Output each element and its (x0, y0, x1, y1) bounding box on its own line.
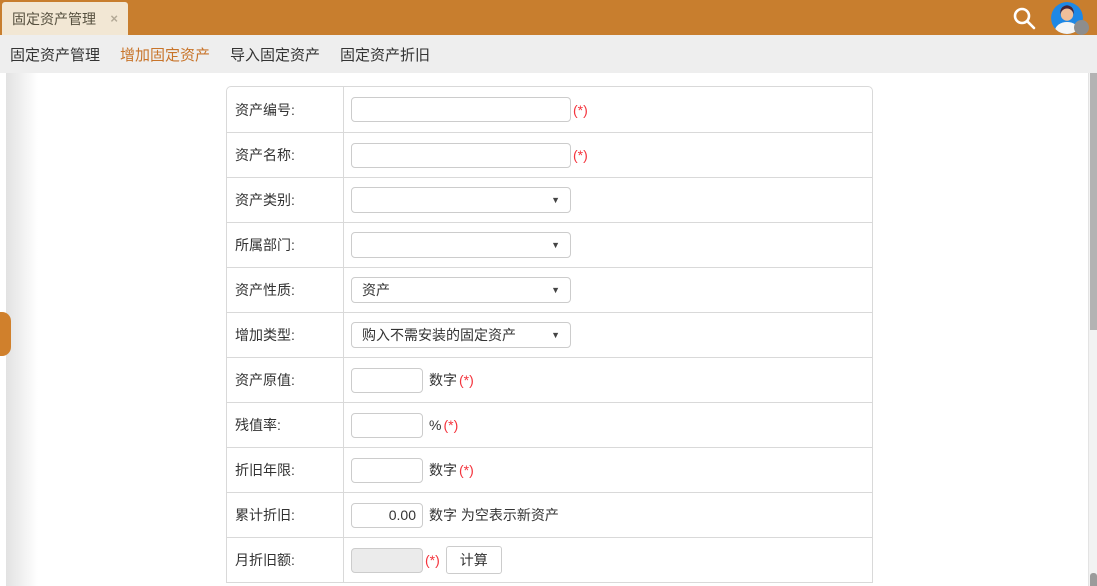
form-row-asset-name: 资产名称: (*) (227, 132, 872, 177)
required-marker: (*) (573, 102, 588, 118)
field-hint: 数字 为空表示新资产 (429, 505, 559, 525)
form-row-original-value: 资产原值: 数字(*) (227, 357, 872, 402)
form-row-asset-number: 资产编号: (*) (227, 87, 872, 132)
department-select[interactable]: ▼ (351, 232, 571, 258)
form-row-residual-rate: 残值率: %(*) (227, 402, 872, 447)
scrollbar-thumb[interactable] (1090, 73, 1097, 330)
asset-number-input[interactable] (351, 97, 571, 122)
form-row-depreciation-years: 折旧年限: 数字(*) (227, 447, 872, 492)
residual-rate-input[interactable] (351, 413, 423, 438)
field-label: 资产类别: (227, 178, 344, 222)
field-label: 月折旧额: (227, 538, 344, 582)
nav-item-import-asset[interactable]: 导入固定资产 (220, 44, 330, 65)
required-marker: (*) (573, 147, 588, 163)
form-row-add-type: 增加类型: 购入不需安装的固定资产 ▼ (227, 312, 872, 357)
select-value: 资产 (362, 280, 390, 300)
header-actions (1011, 0, 1083, 35)
form-row-department: 所属部门: ▼ (227, 222, 872, 267)
search-icon[interactable] (1011, 5, 1037, 31)
vertical-scrollbar[interactable] (1088, 73, 1097, 586)
field-label: 资产编号: (227, 87, 344, 132)
add-type-select[interactable]: 购入不需安装的固定资产 ▼ (351, 322, 571, 348)
field-label: 资产性质: (227, 268, 344, 312)
chevron-down-icon: ▼ (551, 330, 560, 340)
avatar-status-dot (1074, 20, 1089, 35)
field-label: 累计折旧: (227, 493, 344, 537)
field-label: 资产原值: (227, 358, 344, 402)
chevron-down-icon: ▼ (551, 285, 560, 295)
window-tab-title: 固定资产管理 (12, 9, 96, 29)
original-value-input[interactable] (351, 368, 423, 393)
avatar[interactable] (1051, 2, 1083, 34)
asset-nature-select[interactable]: 资产 ▼ (351, 277, 571, 303)
chevron-down-icon: ▼ (551, 195, 560, 205)
asset-category-select[interactable]: ▼ (351, 187, 571, 213)
field-label: 资产名称: (227, 133, 344, 177)
monthly-depreciation-input (351, 548, 423, 573)
nav-item-asset-depreciation[interactable]: 固定资产折旧 (330, 44, 440, 65)
sidebar-expand-handle[interactable] (0, 312, 11, 356)
close-icon[interactable]: × (110, 11, 118, 26)
form-row-asset-category: 资产类别: ▼ (227, 177, 872, 222)
calculate-button[interactable]: 计算 (446, 546, 502, 574)
field-label: 所属部门: (227, 223, 344, 267)
field-hint: 数字 (429, 370, 457, 390)
add-asset-form: 资产编号: (*) 资产名称: (*) 资产类别: ▼ 所属部门: (226, 86, 873, 583)
nav-item-asset-management[interactable]: 固定资产管理 (0, 44, 110, 65)
depreciation-years-input[interactable] (351, 458, 423, 483)
form-row-accumulated-depreciation: 累计折旧: 数字 为空表示新资产 (227, 492, 872, 537)
form-row-asset-nature: 资产性质: 资产 ▼ (227, 267, 872, 312)
scrollbar-bottom-nub[interactable] (1090, 573, 1097, 586)
chevron-down-icon: ▼ (551, 240, 560, 250)
field-label: 残值率: (227, 403, 344, 447)
required-marker: (*) (443, 417, 458, 433)
module-nav: 固定资产管理 增加固定资产 导入固定资产 固定资产折旧 (0, 35, 1097, 73)
asset-name-input[interactable] (351, 143, 571, 168)
required-marker: (*) (459, 462, 474, 478)
main-content: 资产编号: (*) 资产名称: (*) 资产类别: ▼ 所属部门: (0, 73, 1097, 586)
field-hint: 数字 (429, 460, 457, 480)
form-row-monthly-depreciation: 月折旧额: (*) 计算 (227, 537, 872, 582)
window-tab[interactable]: 固定资产管理 × (2, 2, 128, 35)
required-marker: (*) (459, 372, 474, 388)
field-label: 折旧年限: (227, 448, 344, 492)
field-hint: % (429, 417, 441, 433)
select-value: 购入不需安装的固定资产 (362, 325, 516, 345)
field-label: 增加类型: (227, 313, 344, 357)
top-header-bar: 固定资产管理 × (0, 0, 1097, 35)
nav-item-add-asset[interactable]: 增加固定资产 (110, 44, 220, 65)
accumulated-depreciation-input[interactable] (351, 503, 423, 528)
required-marker: (*) (425, 552, 440, 568)
